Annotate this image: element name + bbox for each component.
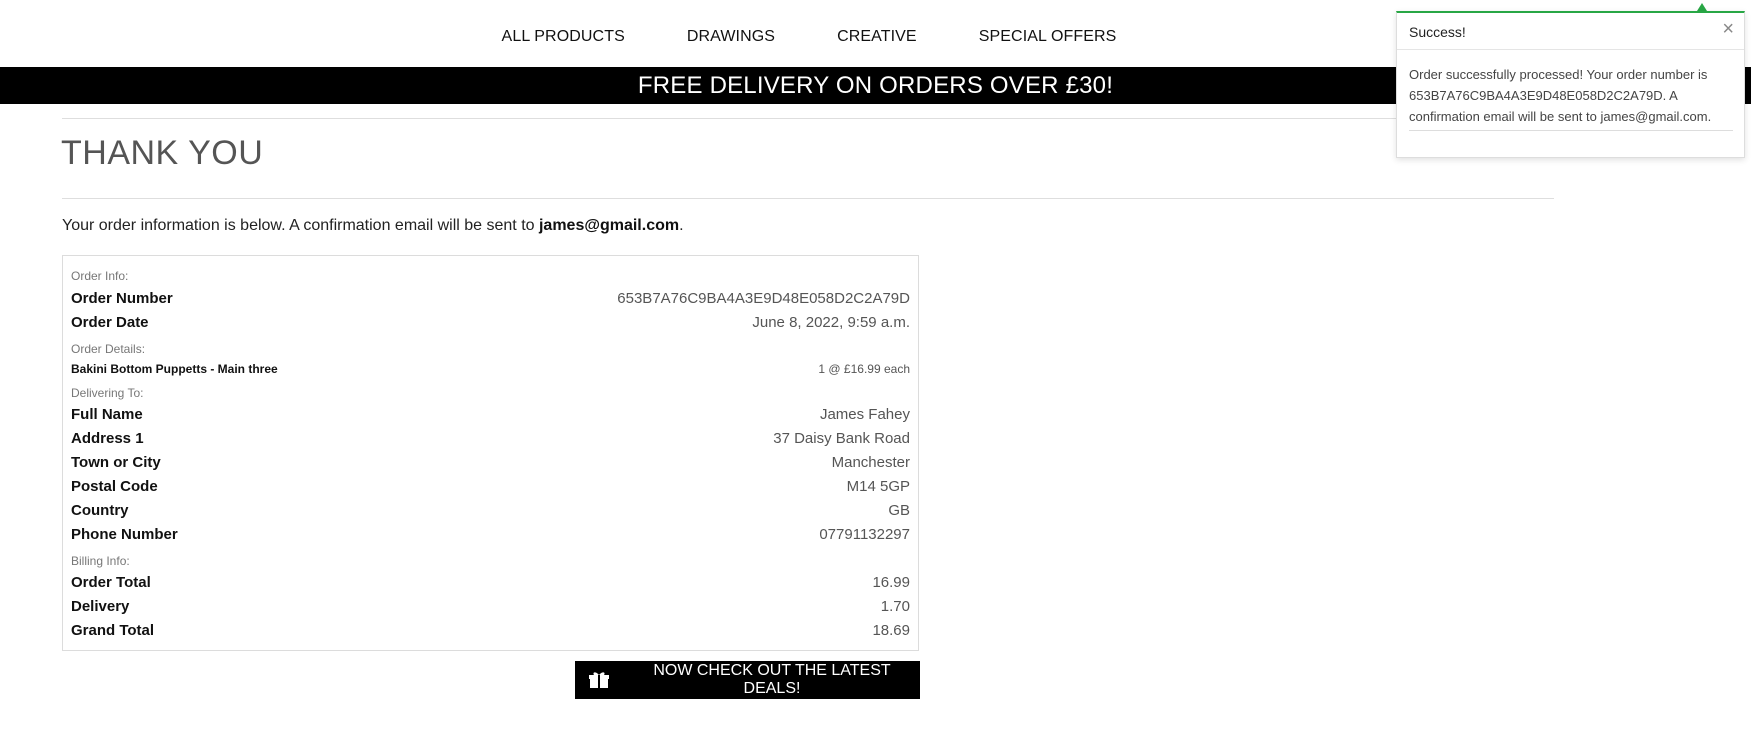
town-value: Manchester (831, 454, 910, 471)
nav-drawings[interactable]: DRAWINGS (687, 28, 775, 46)
order-total-label: Order Total (71, 574, 151, 591)
success-toast: Success! × Order successfully processed!… (1396, 11, 1745, 158)
toast-arrow (1697, 3, 1707, 11)
grand-total-label: Grand Total (71, 622, 155, 639)
intro-suffix: . (679, 217, 684, 234)
order-date-value: June 8, 2022, 9:59 a.m. (752, 314, 910, 331)
toast-title: Success! (1409, 24, 1466, 40)
page-title: THANK YOU (61, 134, 264, 172)
line-item-row: Bakini Bottom Puppetts - Main three 1 @ … (71, 362, 910, 376)
order-date-label: Order Date (71, 314, 149, 331)
nav-menu: ALL PRODUCTS DRAWINGS CREATIVE SPECIAL O… (0, 28, 1618, 46)
toast-divider (1409, 130, 1733, 131)
country-value: GB (888, 502, 910, 519)
phone-row: Phone Number 07791132297 (71, 526, 910, 543)
toast-header: Success! × (1397, 13, 1744, 50)
delivering-to-label: Delivering To: (71, 386, 144, 400)
order-number-row: Order Number 653B7A76C9BA4A3E9D48E058D2C… (71, 290, 910, 307)
full-name-row: Full Name James Fahey (71, 406, 910, 423)
intro-email: james@gmail.com (538, 217, 680, 234)
address1-value: 37 Daisy Bank Road (773, 430, 910, 447)
order-details-label: Order Details: (71, 342, 146, 356)
billing-info-label: Billing Info: (71, 554, 130, 568)
delivery-row: Delivery 1.70 (71, 598, 910, 615)
postal-code-label: Postal Code (71, 478, 158, 495)
order-number-label: Order Number (71, 290, 173, 307)
delivery-value: 1.70 (880, 598, 910, 615)
latest-deals-label: NOW CHECK OUT THE LATEST DEALS! (653, 662, 891, 697)
full-name-value: James Fahey (819, 406, 910, 423)
item-qty-price: 1 @ £16.99 each (818, 362, 910, 376)
divider (62, 118, 1554, 119)
postal-code-value: M14 5GP (846, 478, 910, 495)
intro-prefix: Your order information is below. A confi… (62, 217, 539, 234)
phone-value: 07791132297 (819, 526, 910, 543)
gift-icon (589, 671, 609, 689)
order-total-row: Order Total 16.99 (71, 574, 910, 591)
order-info-label: Order Info: (71, 269, 129, 283)
order-summary-box: Order Info: Order Number 653B7A76C9BA4A3… (62, 255, 919, 651)
full-name-label: Full Name (71, 406, 143, 423)
latest-deals-button[interactable]: NOW CHECK OUT THE LATEST DEALS! (575, 661, 920, 699)
intro-text: Your order information is below. A confi… (62, 217, 684, 235)
item-name: Bakini Bottom Puppetts - Main three (71, 362, 278, 376)
town-row: Town or City Manchester (71, 454, 910, 471)
order-date-row: Order Date June 8, 2022, 9:59 a.m. (71, 314, 910, 331)
divider (62, 198, 1554, 199)
toast-message: Order successfully processed! Your order… (1409, 67, 1712, 124)
grand-total-value: 18.69 (872, 622, 910, 639)
postal-code-row: Postal Code M14 5GP (71, 478, 910, 495)
close-icon[interactable]: × (1722, 18, 1734, 40)
address1-label: Address 1 (71, 430, 144, 447)
town-label: Town or City (71, 454, 161, 471)
phone-label: Phone Number (71, 526, 178, 543)
country-row: Country GB (71, 502, 910, 519)
order-total-value: 16.99 (872, 574, 910, 591)
nav-all-products[interactable]: ALL PRODUCTS (502, 28, 625, 46)
delivery-label: Delivery (71, 598, 130, 615)
country-label: Country (71, 502, 129, 519)
address1-row: Address 1 37 Daisy Bank Road (71, 430, 910, 447)
order-number-value: 653B7A76C9BA4A3E9D48E058D2C2A79D (617, 290, 910, 307)
nav-special-offers[interactable]: SPECIAL OFFERS (979, 28, 1117, 46)
grand-total-row: Grand Total 18.69 (71, 622, 910, 639)
nav-creative[interactable]: CREATIVE (837, 28, 917, 46)
